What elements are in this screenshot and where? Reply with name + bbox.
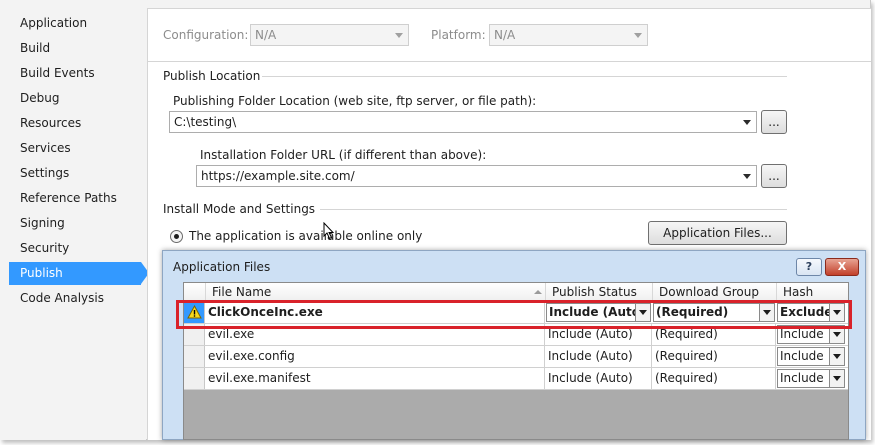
sidebar-item-build[interactable]: Build [9,37,141,60]
publish-status-cell[interactable]: Include (Auto) [545,346,652,367]
hash-value: Include [780,371,824,385]
sidebar-item-reference-paths[interactable]: Reference Paths [9,187,141,210]
install-mode-title: Install Mode and Settings [163,202,316,216]
install-url-value: https://example.site.com/ [201,169,355,183]
row-header[interactable] [184,368,205,389]
mouse-pointer-icon [323,222,335,240]
chevron-down-icon [395,33,403,38]
browse-folder-button[interactable]: ... [761,110,787,134]
install-url-label: Installation Folder URL (if different th… [200,148,487,162]
sidebar-item-build-events[interactable]: Build Events [9,62,141,85]
radio-dot [174,234,179,239]
grid-header: File Name Publish Status Download Group … [184,283,848,301]
column-hash[interactable]: Hash [776,283,848,301]
install-url-input[interactable]: https://example.site.com/ [196,165,757,187]
table-row[interactable]: evil.exe.config Include (Auto) (Required… [184,346,848,368]
sidebar: Application Build Build Events Debug Res… [0,0,149,440]
hash-value: Include [780,349,824,363]
sidebar-item-signing[interactable]: Signing [9,212,141,235]
sidebar-item-debug[interactable]: Debug [9,87,141,110]
hash-select[interactable]: Include [777,369,845,388]
platform-value: N/A [494,28,516,42]
highlight-box [176,300,852,329]
configuration-value: N/A [255,28,277,42]
online-only-label: The application is available online only [189,229,423,243]
browse-url-button[interactable]: ... [761,164,787,188]
dialog-title: Application Files [173,260,271,274]
sort-ascending-icon [534,290,542,294]
sidebar-item-security[interactable]: Security [9,237,141,260]
hash-select[interactable]: Include [777,347,845,366]
sidebar-item-settings[interactable]: Settings [9,162,141,185]
chevron-down-icon [829,348,844,365]
column-publish-status[interactable]: Publish Status [545,283,652,301]
chevron-down-icon [743,120,751,125]
chevron-down-icon [829,370,844,387]
hash-value: Include [780,327,824,341]
sidebar-item-services[interactable]: Services [9,137,141,160]
chevron-down-icon [634,33,642,38]
row-header[interactable] [184,346,205,367]
close-button[interactable]: X [825,258,859,276]
file-name-cell: evil.exe.config [205,346,545,367]
publish-location-title: Publish Location [163,69,261,83]
configuration-select[interactable]: N/A [250,24,409,46]
chevron-down-icon [743,174,751,179]
online-only-radio[interactable] [170,230,183,243]
publishing-folder-input[interactable]: C:\testing\ [169,111,757,133]
application-files-dialog: Application Files ? X File Name Publish … [162,250,866,440]
table-row[interactable]: evil.exe.manifest Include (Auto) (Requir… [184,368,848,390]
help-button[interactable]: ? [796,258,822,276]
sidebar-item-resources[interactable]: Resources [9,112,141,135]
sidebar-item-code-analysis[interactable]: Code Analysis [9,287,141,310]
publishing-folder-label: Publishing Folder Location (web site, ft… [173,94,537,108]
project-properties-window: Application Build Build Events Debug Res… [0,0,871,440]
divider [148,61,871,62]
sidebar-item-publish[interactable]: Publish [9,262,141,285]
file-name-cell: evil.exe.manifest [205,368,545,389]
divider [262,76,787,77]
configuration-label: Configuration: [163,28,249,42]
platform-select[interactable]: N/A [489,24,648,46]
application-files-button[interactable]: Application Files... [648,221,787,245]
column-download-group[interactable]: Download Group [652,283,776,301]
publishing-folder-value: C:\testing\ [174,115,237,129]
platform-label: Platform: [431,28,486,42]
download-group-cell[interactable]: (Required) [652,368,776,389]
publish-status-cell[interactable]: Include (Auto) [545,368,652,389]
column-file-name[interactable]: File Name [205,283,545,301]
sidebar-item-application[interactable]: Application [9,12,141,35]
divider [320,209,787,210]
download-group-cell[interactable]: (Required) [652,346,776,367]
